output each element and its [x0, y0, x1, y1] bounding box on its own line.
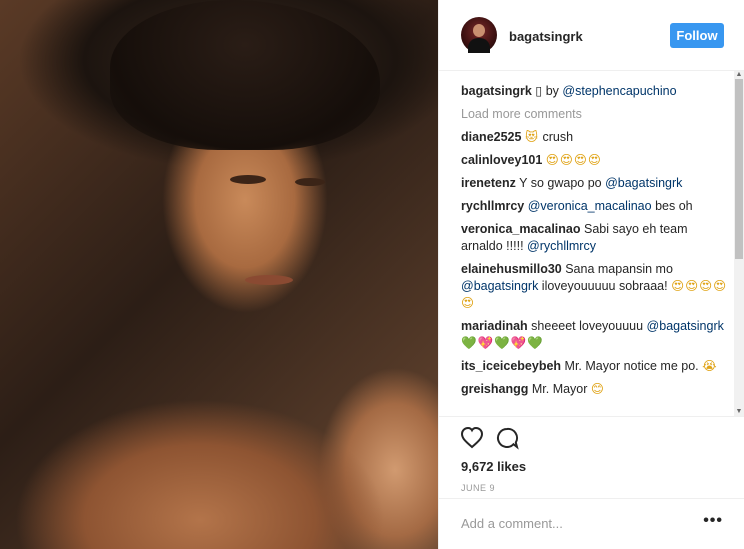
comment-text: crush — [538, 130, 574, 144]
comment-mention-link[interactable]: @bagatsingrk — [461, 279, 538, 293]
comment-username[interactable]: diane2525 — [461, 130, 521, 144]
post-header: bagatsingrk Follow — [439, 0, 744, 71]
post-sidebar: bagatsingrk Follow bagatsingrk ▯ by @ste… — [438, 0, 744, 549]
comment-list: bagatsingrk ▯ by @stephencapuchino Load … — [439, 83, 744, 398]
comments-area[interactable]: bagatsingrk ▯ by @stephencapuchino Load … — [439, 71, 744, 416]
comment-text: iloveyouuuuu sobraaa! — [538, 279, 672, 293]
follow-button[interactable]: Follow — [670, 23, 724, 48]
instagram-post: bagatsingrk Follow bagatsingrk ▯ by @ste… — [0, 0, 744, 549]
comment-item: irenetenz Y so gwapo po @bagatsingrk — [461, 175, 731, 192]
likes-count[interactable]: 9,672 likes — [461, 459, 526, 474]
photo-mouth — [245, 275, 293, 285]
comments-scrollbar[interactable]: ▲ ▼ — [734, 71, 744, 416]
post-date[interactable]: JUNE 9 — [461, 483, 495, 493]
comment-text: Mr. Mayor notice me po. — [564, 359, 703, 373]
comment-emoji: 😍😍😍😍 — [545, 153, 602, 167]
caption-username[interactable]: bagatsingrk — [461, 84, 532, 98]
comment-item: greishangg Mr. Mayor 😊 — [461, 381, 731, 398]
caption-credit-link[interactable]: @stephencapuchino — [562, 84, 676, 98]
comment-text: Mr. Mayor — [531, 382, 591, 396]
caption-by: by — [545, 84, 559, 98]
comment-item: elainehusmillo30 Sana mapansin mo @bagat… — [461, 261, 731, 312]
comment-item: calinlovey101 😍😍😍😍 — [461, 152, 731, 169]
comment-icon[interactable] — [496, 427, 519, 450]
action-icons — [460, 426, 521, 456]
comment-item: veronica_macalinao Sabi sayo eh team arn… — [461, 221, 731, 255]
load-more-comments[interactable]: Load more comments — [461, 106, 731, 123]
comment-text: bes oh — [651, 199, 693, 213]
comment-mention-link[interactable]: @veronica_macalinao — [528, 199, 652, 213]
comment-username[interactable]: veronica_macalinao — [461, 222, 581, 236]
comment-text: sheeeet loveyouuuu — [531, 319, 647, 333]
comment-item: diane2525 😻 crush — [461, 129, 731, 146]
comment-emoji: 😭 — [702, 359, 718, 373]
comment-username[interactable]: its_iceicebeybeh — [461, 359, 561, 373]
comment-mention-link[interactable]: @bagatsingrk — [647, 319, 724, 333]
add-comment-input[interactable]: Add a comment... — [461, 516, 563, 531]
caption-glyph: ▯ — [535, 84, 543, 98]
scroll-down-icon[interactable]: ▼ — [735, 408, 743, 416]
comment-mention-link[interactable]: @rychllmrcy — [527, 239, 596, 253]
header-username[interactable]: bagatsingrk — [509, 29, 583, 44]
heart-icon[interactable] — [460, 426, 484, 449]
caption: bagatsingrk ▯ by @stephencapuchino — [461, 83, 731, 100]
comment-emoji: 😻 — [524, 130, 539, 144]
post-actions: 9,672 likes JUNE 9 — [439, 416, 744, 493]
comment-username[interactable]: irenetenz — [461, 176, 516, 190]
comment-text: Y so gwapo po — [519, 176, 606, 190]
comment-emoji: 💚💖💚💖💚 — [461, 336, 544, 350]
photo-eye-right — [295, 178, 325, 186]
comment-username[interactable]: rychllmrcy — [461, 199, 524, 213]
comment-username[interactable]: mariadinah — [461, 319, 528, 333]
avatar[interactable] — [461, 17, 497, 53]
avatar-head — [473, 24, 485, 37]
comment-text: Sana mapansin mo — [565, 262, 673, 276]
add-comment-bar: Add a comment... ••• — [439, 498, 744, 549]
post-photo — [0, 0, 438, 549]
comment-username[interactable]: calinlovey101 — [461, 153, 542, 167]
photo-eye-left — [230, 175, 266, 184]
scroll-thumb[interactable] — [735, 79, 743, 259]
comment-item: rychllmrcy @veronica_macalinao bes oh — [461, 198, 731, 215]
scroll-up-icon[interactable]: ▲ — [735, 71, 743, 79]
comment-mention-link[interactable]: @bagatsingrk — [605, 176, 682, 190]
comment-username[interactable]: elainehusmillo30 — [461, 262, 562, 276]
photo-hair — [110, 0, 380, 150]
comment-item: its_iceicebeybeh Mr. Mayor notice me po.… — [461, 358, 731, 375]
comment-username[interactable]: greishangg — [461, 382, 528, 396]
comment-emoji: 😊 — [590, 382, 605, 396]
avatar-body — [468, 38, 490, 53]
more-options-icon[interactable]: ••• — [703, 512, 723, 530]
comment-item: mariadinah sheeeet loveyouuuu @bagatsing… — [461, 318, 731, 352]
